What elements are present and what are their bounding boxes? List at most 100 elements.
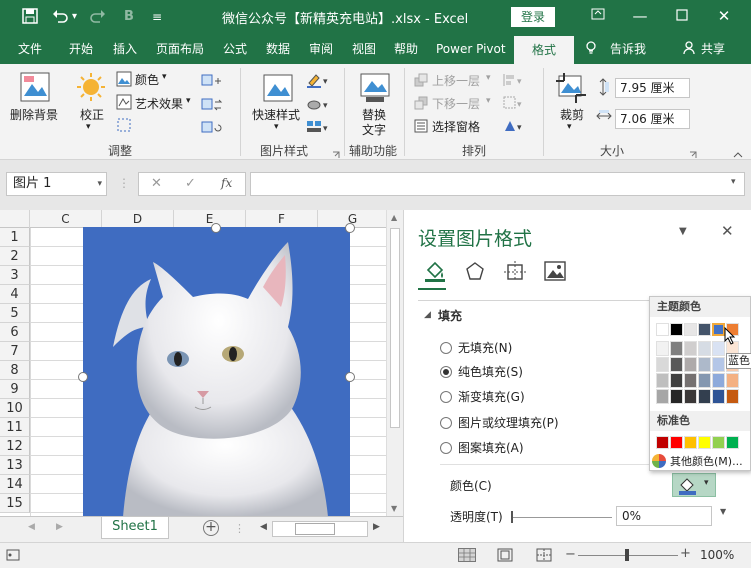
vertical-scroll-thumb[interactable] <box>390 228 400 428</box>
send-backward-dropdown-icon[interactable]: ▾ <box>486 96 491 106</box>
theme-shade-swatch[interactable] <box>684 389 697 404</box>
radio-button[interactable] <box>440 442 452 454</box>
transparency-slider[interactable] <box>512 517 612 518</box>
color-dropdown-icon[interactable]: ▾ <box>162 72 167 82</box>
send-backward-button[interactable]: 下移一层 <box>432 95 480 112</box>
picture-settings-icon[interactable] <box>544 261 566 284</box>
tab-format[interactable]: 格式 <box>514 36 574 64</box>
row-header[interactable]: 4 <box>0 285 30 304</box>
undo-dropdown-icon[interactable]: ▾ <box>72 11 77 22</box>
row-header[interactable]: 8 <box>0 361 30 380</box>
fill-section-header[interactable]: 填充 <box>438 307 462 324</box>
row-header[interactable]: 3 <box>0 266 30 285</box>
page-break-view-icon[interactable] <box>536 548 552 565</box>
theme-shade-swatch[interactable] <box>684 357 697 372</box>
undo-icon[interactable] <box>52 8 68 28</box>
row-header[interactable]: 7 <box>0 342 30 361</box>
row-header[interactable]: 14 <box>0 475 30 494</box>
artistic-effects-dropdown-icon[interactable]: ▾ <box>186 96 191 106</box>
width-input[interactable]: 7.06 厘米 <box>615 109 690 129</box>
quick-styles-label[interactable]: 快速样式 <box>252 106 300 123</box>
tab-page-layout[interactable]: 页面布局 <box>156 34 204 64</box>
theme-shade-swatch[interactable] <box>656 341 669 356</box>
fill-color-dropdown-icon[interactable]: ▾ <box>704 478 709 488</box>
corrections-sun-icon[interactable] <box>76 72 106 105</box>
customize-toolbar-icon[interactable]: ≡ <box>152 10 162 24</box>
tab-power-pivot[interactable]: Power Pivot <box>436 34 506 64</box>
pane-options-icon[interactable]: ▼ <box>679 226 687 237</box>
height-input[interactable]: 7.95 厘米 <box>615 78 690 98</box>
column-header[interactable]: E <box>174 210 246 228</box>
hscroll-left-icon[interactable]: ◀ <box>260 522 267 532</box>
pane-close-icon[interactable]: ✕ <box>721 222 734 240</box>
horizontal-scroll-thumb[interactable] <box>295 523 335 535</box>
radio-button[interactable] <box>440 417 452 429</box>
name-box[interactable]: 图片 1 ▾ <box>6 172 107 196</box>
row-header[interactable]: 2 <box>0 247 30 266</box>
theme-shade-swatch[interactable] <box>698 373 711 388</box>
size-properties-icon[interactable] <box>504 261 526 284</box>
picture-border-icon[interactable]: ▾ <box>306 72 330 91</box>
reset-picture-icon[interactable] <box>201 121 223 138</box>
zoom-out-icon[interactable]: − <box>565 547 576 562</box>
formula-input[interactable] <box>250 172 745 196</box>
group-objects-icon[interactable]: ▾ <box>503 96 525 113</box>
theme-shade-swatch[interactable] <box>656 357 669 372</box>
theme-color-swatch[interactable] <box>670 323 683 336</box>
theme-color-swatch[interactable] <box>698 323 711 336</box>
resize-handle-top[interactable] <box>211 223 221 233</box>
radio-pattern-fill[interactable]: 图案填充(A) <box>440 439 524 459</box>
change-picture-icon[interactable] <box>201 98 223 115</box>
column-header[interactable]: D <box>102 210 174 228</box>
add-sheet-icon[interactable]: + <box>203 520 219 536</box>
bring-forward-button[interactable]: 上移一层 <box>432 72 480 89</box>
bring-forward-icon[interactable] <box>414 73 428 90</box>
standard-color-swatch[interactable] <box>726 436 739 449</box>
row-header[interactable]: 1 <box>0 228 30 247</box>
selection-pane-icon[interactable] <box>414 119 428 136</box>
selection-pane-button[interactable]: 选择窗格 <box>432 118 480 135</box>
tab-review[interactable]: 审阅 <box>309 34 333 64</box>
radio-gradient-fill[interactable]: 渐变填充(G) <box>440 388 525 408</box>
row-header[interactable]: 6 <box>0 323 30 342</box>
share-button[interactable]: 共享 <box>701 34 725 64</box>
insert-function-fx-icon[interactable]: fx <box>221 176 232 190</box>
next-sheet-icon[interactable]: ▶ <box>56 522 63 532</box>
transparency-input[interactable]: 0% <box>616 506 712 526</box>
tab-data[interactable]: 数据 <box>266 34 290 64</box>
worksheet[interactable]: C D E F G 1 2 3 4 5 6 7 8 9 10 11 12 13 14 15 <box>0 210 403 517</box>
radio-button[interactable] <box>440 391 452 403</box>
scroll-down-icon[interactable]: ▼ <box>391 504 397 513</box>
remove-background-label[interactable]: 删除背景 <box>10 106 58 123</box>
quick-styles-icon[interactable] <box>263 74 293 105</box>
enter-check-icon[interactable]: ✓ <box>185 176 196 191</box>
cat-picture[interactable] <box>83 227 350 517</box>
remove-background-icon[interactable] <box>20 72 50 105</box>
crop-icon[interactable] <box>556 73 586 106</box>
theme-shade-swatch[interactable] <box>656 373 669 388</box>
normal-view-icon[interactable] <box>458 548 476 562</box>
alt-text-label-2[interactable]: 文字 <box>362 121 386 138</box>
sheet-tab-sheet1[interactable]: Sheet1 <box>101 517 169 539</box>
rotate-icon[interactable]: ▾ <box>503 119 525 136</box>
picture-layout-icon[interactable]: ▾ <box>306 119 330 138</box>
scroll-up-icon[interactable]: ▲ <box>391 213 397 222</box>
radio-solid-fill[interactable]: 纯色填充(S) <box>440 363 523 383</box>
theme-shade-swatch[interactable] <box>670 341 683 356</box>
horizontal-scrollbar[interactable] <box>272 521 368 537</box>
theme-shade-swatch[interactable] <box>698 341 711 356</box>
tab-formulas[interactable]: 公式 <box>223 34 247 64</box>
send-backward-icon[interactable] <box>414 96 428 113</box>
quick-styles-dropdown-icon[interactable]: ▾ <box>274 122 279 132</box>
theme-color-swatch[interactable] <box>656 323 669 336</box>
theme-shade-swatch[interactable] <box>726 373 739 388</box>
radio-button-selected[interactable] <box>440 366 452 378</box>
standard-color-swatch[interactable] <box>712 436 725 449</box>
corrections-label[interactable]: 校正 <box>80 106 104 123</box>
resize-handle-top-right[interactable] <box>345 223 355 233</box>
row-header[interactable]: 11 <box>0 418 30 437</box>
zoom-slider-thumb[interactable] <box>625 549 629 561</box>
crop-label[interactable]: 裁剪 <box>560 106 584 123</box>
expand-formula-bar-icon[interactable]: ▾ <box>731 177 736 187</box>
color-icon[interactable] <box>116 71 132 90</box>
